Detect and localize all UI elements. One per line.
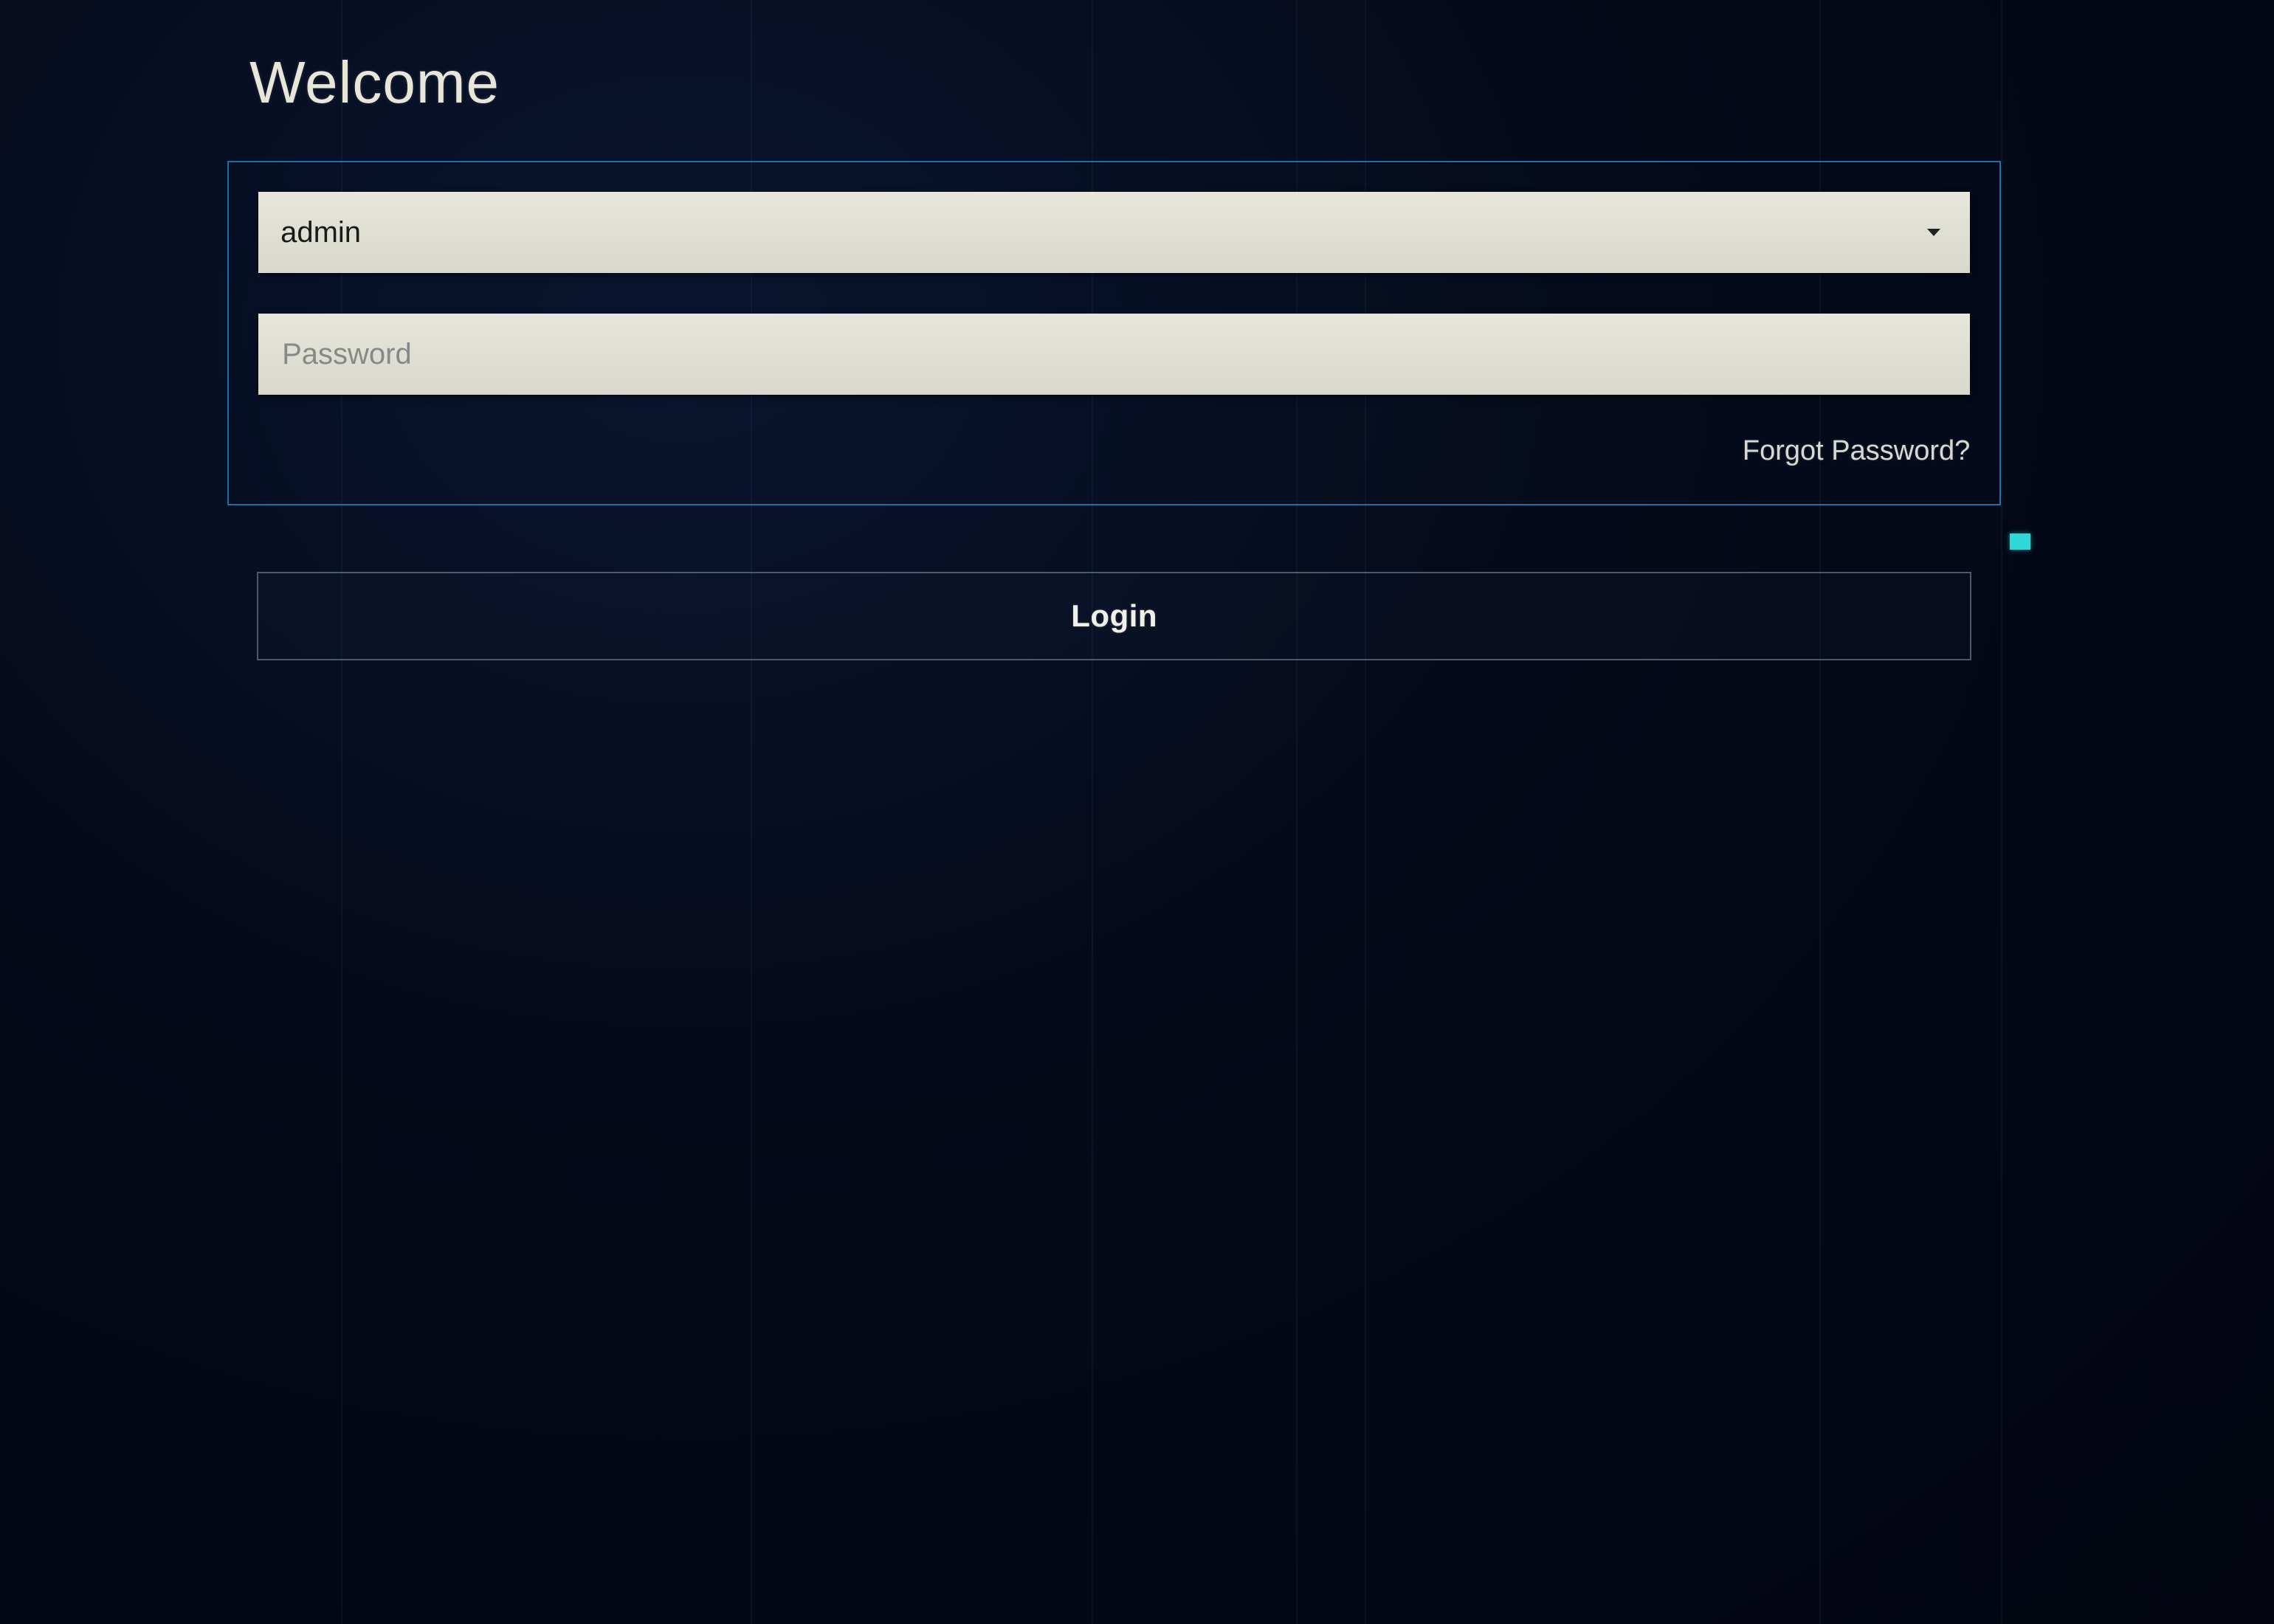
login-form-box: admin Forgot Password? <box>227 161 2001 505</box>
login-button[interactable]: Login <box>257 572 1971 660</box>
forgot-password-link[interactable]: Forgot Password? <box>258 435 1970 467</box>
password-input[interactable] <box>280 313 1948 395</box>
cursor-indicator-icon <box>2010 533 2030 550</box>
login-panel: Welcome admin Forgot Password? Login <box>227 49 2001 660</box>
password-field-wrap <box>258 314 1970 395</box>
username-select[interactable]: admin <box>258 192 1970 273</box>
username-value: admin <box>280 216 1927 249</box>
chevron-down-icon <box>1927 229 1940 236</box>
page-title: Welcome <box>249 49 2001 117</box>
